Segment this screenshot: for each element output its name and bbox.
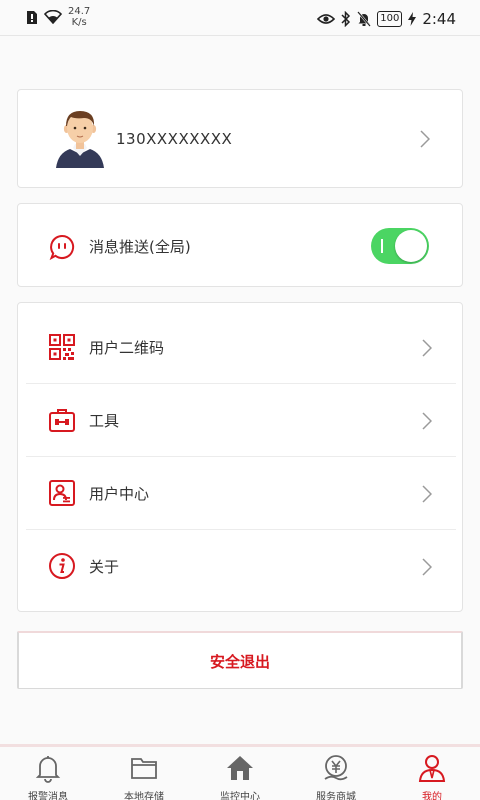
menu-label: 关于	[89, 558, 120, 576]
tab-label: 监控中心	[220, 792, 260, 800]
bluetooth-icon	[341, 11, 351, 27]
logout-label: 安全退出	[209, 653, 270, 671]
mute-bell-icon	[357, 11, 372, 27]
info-icon	[49, 553, 75, 579]
menu-card: 用户二维码 工具 用户中心 关于	[17, 302, 463, 612]
sim-alert-icon	[27, 10, 37, 24]
push-settings-card: 消息推送(全局)	[17, 203, 463, 287]
profile-card[interactable]: 130XXXXXXXX	[17, 89, 463, 188]
toolbox-icon	[49, 409, 75, 432]
tab-mine[interactable]: 我的	[384, 747, 480, 800]
home-icon	[227, 756, 253, 780]
phone-number: 130XXXXXXXX	[116, 130, 233, 148]
menu-label: 用户二维码	[89, 339, 165, 357]
menu-item-qr-code[interactable]: 用户二维码	[18, 311, 464, 384]
status-right: 100 2:44	[317, 10, 456, 28]
tab-label: 报警消息	[28, 792, 68, 800]
charging-icon	[408, 12, 417, 26]
message-icon	[49, 234, 75, 261]
chevron-right-icon	[422, 412, 432, 430]
user-card-icon	[49, 480, 75, 506]
wifi-icon	[44, 10, 62, 24]
network-speed-value: 24.7	[68, 6, 91, 17]
shop-icon	[324, 755, 348, 781]
clock: 2:44	[422, 10, 456, 28]
bottom-tab-bar: 报警消息 本地存储 监控中心 服务商城 我的	[0, 744, 480, 800]
menu-item-user-center[interactable]: 用户中心	[18, 457, 464, 530]
tab-monitor-center[interactable]: 监控中心	[192, 747, 288, 800]
tab-alarm-messages[interactable]: 报警消息	[0, 747, 96, 800]
network-speed: 24.7 K/s	[68, 6, 90, 28]
tab-service-mall[interactable]: 服务商城	[288, 747, 384, 800]
tab-label: 服务商城	[316, 792, 356, 800]
status-bar: 24.7 K/s 100 2:44	[0, 0, 480, 36]
menu-label: 工具	[89, 412, 120, 430]
user-icon	[418, 755, 446, 782]
network-speed-unit: K/s	[71, 17, 87, 28]
tab-label: 我的	[422, 792, 442, 800]
toggle-knob	[395, 230, 427, 262]
avatar	[56, 111, 104, 168]
menu-item-tools[interactable]: 工具	[18, 384, 464, 457]
push-toggle[interactable]	[371, 228, 429, 264]
battery-indicator: 100	[377, 11, 403, 27]
menu-label: 用户中心	[89, 485, 150, 503]
logout-button[interactable]: 安全退出	[17, 631, 463, 689]
folder-icon	[131, 758, 157, 779]
bell-icon	[35, 756, 61, 783]
push-label: 消息推送(全局)	[89, 238, 191, 256]
eye-icon	[317, 14, 336, 24]
tab-label: 本地存储	[124, 792, 164, 800]
toggle-on-mark	[381, 239, 383, 253]
chevron-right-icon	[420, 130, 430, 148]
menu-item-about[interactable]: 关于	[18, 530, 464, 603]
chevron-right-icon	[422, 485, 432, 503]
chevron-right-icon	[422, 558, 432, 576]
tab-local-storage[interactable]: 本地存储	[96, 747, 192, 800]
qr-code-icon	[49, 334, 75, 360]
status-left: 24.7 K/s	[26, 6, 90, 28]
chevron-right-icon	[422, 339, 432, 357]
